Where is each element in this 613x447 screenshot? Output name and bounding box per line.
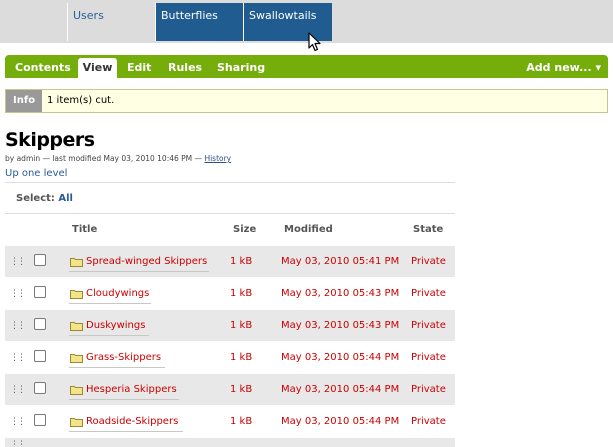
- column-header-size[interactable]: Size: [233, 224, 256, 235]
- item-modified: May 03, 2010 05:44 PM: [281, 384, 400, 395]
- item-title-link[interactable]: Grass-Skippers: [86, 352, 161, 363]
- column-header-title[interactable]: Title: [72, 224, 97, 235]
- column-header-state[interactable]: State: [413, 224, 443, 235]
- byline-text: by admin — last modified May 03, 2010 10…: [5, 154, 203, 163]
- item-modified: May 03, 2010 05:43 PM: [281, 320, 400, 331]
- tab-contents[interactable]: Contents: [15, 58, 71, 78]
- mouse-cursor-icon: [308, 32, 321, 52]
- row-checkbox[interactable]: [34, 414, 46, 426]
- table-row: ⋮⋮ Roadside-Skippers 1 kB May 03, 2010 0…: [5, 406, 455, 437]
- drag-handle-icon[interactable]: ⋮⋮: [10, 385, 26, 395]
- item-size: 1 kB: [230, 416, 253, 427]
- item-size: 1 kB: [230, 352, 253, 363]
- drag-handle-icon[interactable]: ⋮⋮: [10, 289, 26, 299]
- item-size: 1 kB: [230, 256, 253, 267]
- item-title-link[interactable]: Roadside-Skippers: [86, 416, 178, 427]
- folder-icon: [70, 290, 83, 299]
- tab-view[interactable]: View: [78, 58, 117, 78]
- table-header: Title Size Modified State: [5, 224, 455, 240]
- folder-icon: [70, 386, 83, 395]
- row-checkbox[interactable]: [34, 350, 46, 362]
- select-controls: Select: All: [16, 193, 73, 204]
- item-title-link[interactable]: Duskywings: [86, 320, 145, 331]
- item-modified: May 03, 2010 05:44 PM: [281, 416, 400, 427]
- table-row: ⋮⋮: [5, 438, 455, 447]
- nav-tab-butterflies[interactable]: Butterflies: [155, 3, 243, 41]
- tab-rules[interactable]: Rules: [168, 58, 202, 78]
- folder-icon: [70, 354, 83, 363]
- item-title-link[interactable]: Hesperia Skippers: [86, 384, 177, 395]
- item-size: 1 kB: [230, 288, 253, 299]
- title-underline: [69, 367, 165, 368]
- item-modified: May 03, 2010 05:41 PM: [281, 256, 400, 267]
- folder-icon: [70, 418, 83, 427]
- drag-handle-icon[interactable]: ⋮⋮: [10, 353, 26, 363]
- column-header-modified[interactable]: Modified: [284, 224, 333, 235]
- drag-handle-icon[interactable]: ⋮⋮: [10, 440, 26, 447]
- content-actions-bar: Contents View Edit Rules Sharing Add new…: [5, 55, 608, 78]
- title-underline: [69, 303, 151, 304]
- row-checkbox[interactable]: [34, 318, 46, 330]
- item-modified: May 03, 2010 05:44 PM: [281, 352, 400, 363]
- divider: [5, 213, 455, 214]
- item-state: Private: [411, 352, 446, 363]
- drag-handle-icon[interactable]: ⋮⋮: [10, 321, 26, 331]
- item-title-link[interactable]: Cloudywings: [86, 288, 149, 299]
- row-checkbox[interactable]: [34, 254, 46, 266]
- top-navigation: Users Butterflies Swallowtails: [0, 0, 613, 43]
- item-state: Private: [411, 256, 446, 267]
- item-state: Private: [411, 320, 446, 331]
- title-underline: [69, 431, 183, 432]
- select-all-link[interactable]: All: [58, 193, 73, 204]
- document-byline: by admin — last modified May 03, 2010 10…: [5, 154, 231, 163]
- tab-edit[interactable]: Edit: [127, 58, 151, 78]
- item-size: 1 kB: [230, 384, 253, 395]
- title-underline: [69, 271, 209, 272]
- status-message: Info 1 item(s) cut.: [5, 89, 608, 113]
- drag-handle-icon[interactable]: ⋮⋮: [10, 417, 26, 427]
- item-state: Private: [411, 384, 446, 395]
- table-row: ⋮⋮ Cloudywings 1 kB May 03, 2010 05:43 P…: [5, 278, 455, 309]
- nav-tab-users[interactable]: Users: [67, 3, 155, 41]
- item-title-link[interactable]: Spread-winged Skippers: [86, 256, 207, 267]
- item-size: 1 kB: [230, 320, 253, 331]
- history-link[interactable]: History: [204, 154, 231, 163]
- row-checkbox[interactable]: [34, 286, 46, 298]
- message-text: 1 item(s) cut.: [47, 95, 115, 106]
- drag-handle-icon[interactable]: ⋮⋮: [10, 257, 26, 267]
- title-underline: [69, 335, 149, 336]
- divider: [5, 182, 455, 183]
- item-state: Private: [411, 288, 446, 299]
- table-row: ⋮⋮ Duskywings 1 kB May 03, 2010 05:43 PM…: [5, 310, 455, 341]
- folder-icon: [70, 258, 83, 267]
- item-state: Private: [411, 416, 446, 427]
- table-row: ⋮⋮ Spread-winged Skippers 1 kB May 03, 2…: [5, 246, 455, 277]
- add-new-menu[interactable]: Add new... ▾: [526, 61, 601, 74]
- tab-sharing[interactable]: Sharing: [217, 58, 265, 78]
- table-row: ⋮⋮ Hesperia Skippers 1 kB May 03, 2010 0…: [5, 374, 455, 405]
- nav-tab-label: Swallowtails: [249, 9, 317, 22]
- table-row: ⋮⋮ Grass-Skippers 1 kB May 03, 2010 05:4…: [5, 342, 455, 373]
- nav-tab-label: Butterflies: [161, 9, 218, 22]
- title-underline: [69, 399, 179, 400]
- up-one-level-link[interactable]: Up one level: [5, 168, 67, 179]
- item-modified: May 03, 2010 05:43 PM: [281, 288, 400, 299]
- folder-icon: [70, 322, 83, 331]
- select-label: Select:: [16, 193, 55, 204]
- page-title: Skippers: [5, 129, 95, 151]
- row-checkbox[interactable]: [34, 382, 46, 394]
- message-label: Info: [6, 90, 42, 112]
- nav-tab-label: Users: [73, 9, 104, 22]
